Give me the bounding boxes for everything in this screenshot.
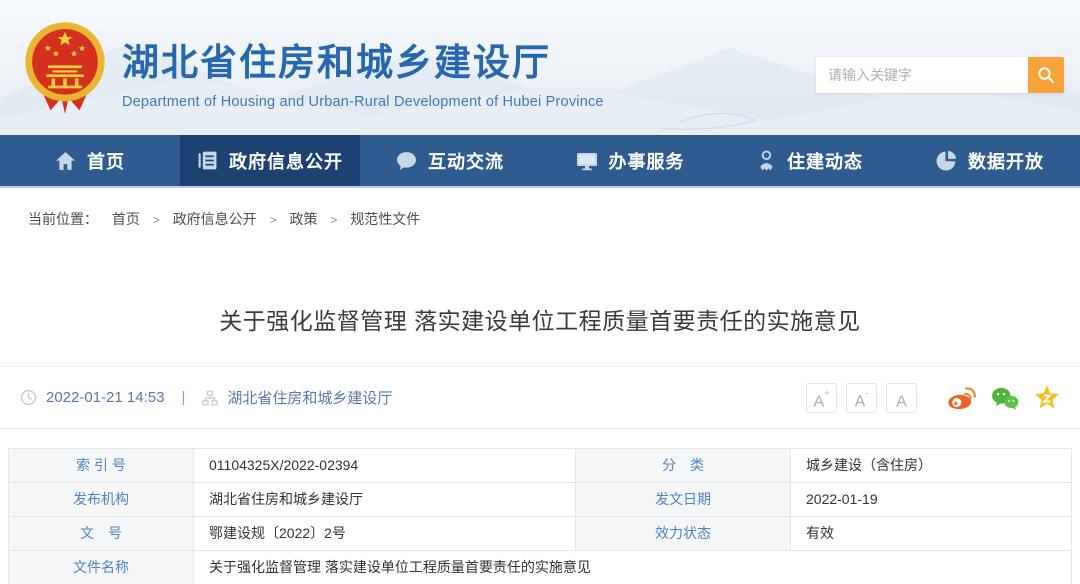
doc-field-value: 鄂建设规〔2022〕2号 bbox=[194, 517, 576, 551]
search-button[interactable] bbox=[1028, 57, 1064, 93]
nav-item-gov-info[interactable]: 政府信息公开 bbox=[180, 135, 360, 186]
article-meta-bar: 2022-01-21 14:53 | 湖北省住房和城乡建设厅 A+ A- A bbox=[0, 366, 1080, 429]
nav-item-label: 政府信息公开 bbox=[229, 148, 343, 174]
article-meta-left: 2022-01-21 14:53 | 湖北省住房和城乡建设厅 bbox=[20, 387, 392, 408]
doc-field-label: 索 引 号 bbox=[9, 449, 194, 483]
search-bar bbox=[816, 57, 1064, 93]
breadcrumb-item-gov-info[interactable]: 政府信息公开 bbox=[173, 211, 257, 227]
nav-item-label: 住建动态 bbox=[787, 148, 863, 174]
clock-icon bbox=[20, 389, 37, 406]
doc-field-label: 分 类 bbox=[576, 449, 791, 483]
breadcrumb-separator: > bbox=[270, 213, 277, 227]
doc-field-label: 文 号 bbox=[9, 517, 194, 551]
breadcrumb-prefix: 当前位置： bbox=[28, 211, 98, 227]
chat-bubble-icon bbox=[396, 151, 417, 171]
monitor-icon bbox=[576, 151, 598, 171]
breadcrumb-item-normative-docs[interactable]: 规范性文件 bbox=[350, 211, 420, 227]
doc-field-label: 文件名称 bbox=[9, 551, 194, 584]
doc-field-value: 城乡建设（含住房） bbox=[791, 449, 1072, 483]
breadcrumb-item-home[interactable]: 首页 bbox=[112, 211, 140, 227]
doc-field-label: 发布机构 bbox=[9, 483, 194, 517]
breadcrumb-separator: > bbox=[153, 213, 160, 227]
breadcrumb-item-policy[interactable]: 政策 bbox=[289, 211, 317, 227]
page: 湖北省住房和城乡建设厅 Department of Housing and Ur… bbox=[0, 0, 1080, 584]
home-icon bbox=[55, 151, 76, 171]
breadcrumb-separator: > bbox=[330, 213, 337, 227]
nav-item-home[interactable]: 首页 bbox=[0, 135, 180, 186]
weibo-icon[interactable] bbox=[947, 386, 976, 410]
nav-item-label: 互动交流 bbox=[428, 148, 504, 174]
site-title: 湖北省住房和城乡建设厅 bbox=[122, 32, 604, 86]
person-badge-icon bbox=[757, 150, 776, 171]
publish-time: 2022-01-21 14:53 bbox=[46, 389, 164, 406]
pie-chart-icon bbox=[936, 150, 957, 171]
source-org-icon bbox=[202, 390, 218, 406]
site-subtitle: Department of Housing and Urban-Rural De… bbox=[122, 94, 604, 110]
font-decrease-button[interactable]: A- bbox=[846, 383, 877, 413]
qzone-icon[interactable] bbox=[1034, 385, 1060, 410]
doc-field-value: 01104325X/2022-02394 bbox=[194, 449, 576, 483]
nav-item-services[interactable]: 办事服务 bbox=[540, 135, 720, 186]
national-emblem bbox=[20, 20, 110, 118]
share-group bbox=[947, 385, 1060, 410]
document-icon bbox=[197, 150, 218, 171]
font-increase-button[interactable]: A+ bbox=[806, 383, 837, 413]
doc-field-label: 发文日期 bbox=[576, 483, 791, 517]
wechat-icon[interactable] bbox=[991, 386, 1019, 410]
nav-item-label: 办事服务 bbox=[609, 148, 685, 174]
nav-item-news[interactable]: 住建动态 bbox=[720, 135, 900, 186]
nav-item-open-data[interactable]: 数据开放 bbox=[900, 135, 1080, 186]
doc-field-value: 关于强化监督管理 落实建设单位工程质量首要责任的实施意见 bbox=[194, 551, 1072, 584]
article-title: 关于强化监督管理 落实建设单位工程质量首要责任的实施意见 bbox=[0, 302, 1080, 336]
breadcrumb: 当前位置： 首页 > 政府信息公开 > 政策 > 规范性文件 bbox=[28, 209, 420, 229]
search-input[interactable] bbox=[816, 57, 1028, 93]
nav-item-label: 首页 bbox=[87, 148, 125, 174]
main-nav: 首页 政府信息公开 互动交流 bbox=[0, 135, 1080, 188]
document-info-table: 索 引 号 01104325X/2022-02394 分 类 城乡建设（含住房）… bbox=[8, 448, 1072, 584]
article-source: 湖北省住房和城乡建设厅 bbox=[227, 387, 392, 408]
doc-field-value: 2022-01-19 bbox=[791, 483, 1072, 517]
doc-field-label: 效力状态 bbox=[576, 517, 791, 551]
font-reset-button[interactable]: A bbox=[886, 383, 917, 413]
meta-separator: | bbox=[181, 389, 185, 406]
search-icon bbox=[1037, 66, 1055, 84]
site-title-block: 湖北省住房和城乡建设厅 Department of Housing and Ur… bbox=[122, 32, 604, 110]
doc-field-value: 湖北省住房和城乡建设厅 bbox=[194, 483, 576, 517]
nav-item-interaction[interactable]: 互动交流 bbox=[360, 135, 540, 186]
site-header: 湖北省住房和城乡建设厅 Department of Housing and Ur… bbox=[0, 0, 1080, 135]
doc-field-value: 有效 bbox=[791, 517, 1072, 551]
nav-item-label: 数据开放 bbox=[968, 148, 1044, 174]
article-meta-right: A+ A- A bbox=[797, 383, 1060, 413]
